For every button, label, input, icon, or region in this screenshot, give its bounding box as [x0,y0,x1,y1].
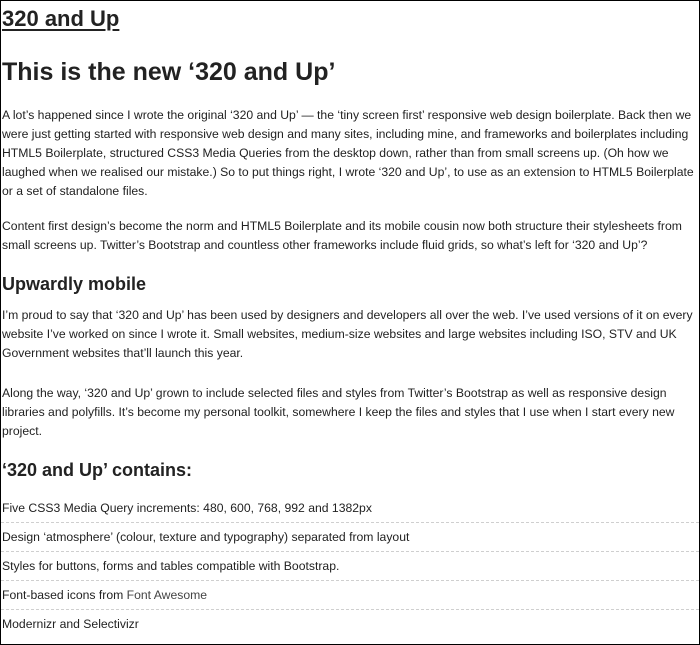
section-heading-contains: ‘320 and Up’ contains: [2,460,193,480]
list-item: Styles for buttons, forms and tables com… [1,552,699,581]
list-item-text: Five CSS3 Media Query increments: 480, 6… [2,501,372,515]
site-title: 320 and Up [2,6,119,32]
upwardly-mobile-paragraph-1: I’m proud to say that ‘320 and Up’ has b… [2,308,693,360]
list-item: Design ‘atmosphere’ (colour, texture and… [1,523,699,552]
page: 320 and Up This is the new ‘320 and Up’ … [1,1,699,644]
list-item: Font-based icons from Font Awesome [1,581,699,610]
list-item-text: Modernizr and Selectivizr [2,617,139,631]
font-awesome-link[interactable]: Font Awesome [127,588,207,602]
intro-paragraph-1: A lot’s happened since I wrote the origi… [2,108,694,198]
list-item-text: Design ‘atmosphere’ (colour, texture and… [2,530,410,544]
intro-paragraph-2: Content first design’s become the norm a… [2,219,682,252]
section-heading-upwardly-mobile: Upwardly mobile [2,274,147,294]
upwardly-mobile-paragraph-2: Along the way, ‘320 and Up’ grown to inc… [2,386,675,438]
list-item: Five CSS3 Media Query increments: 480, 6… [1,494,699,523]
site-title-link[interactable]: 320 and Up [2,6,119,31]
page-heading: This is the new ‘320 and Up’ [2,58,336,86]
list-item-text: Styles for buttons, forms and tables com… [2,559,340,573]
features-list: Five CSS3 Media Query increments: 480, 6… [1,494,699,638]
list-item-text: Font-based icons from [2,588,127,602]
list-item: Modernizr and Selectivizr [1,610,699,638]
